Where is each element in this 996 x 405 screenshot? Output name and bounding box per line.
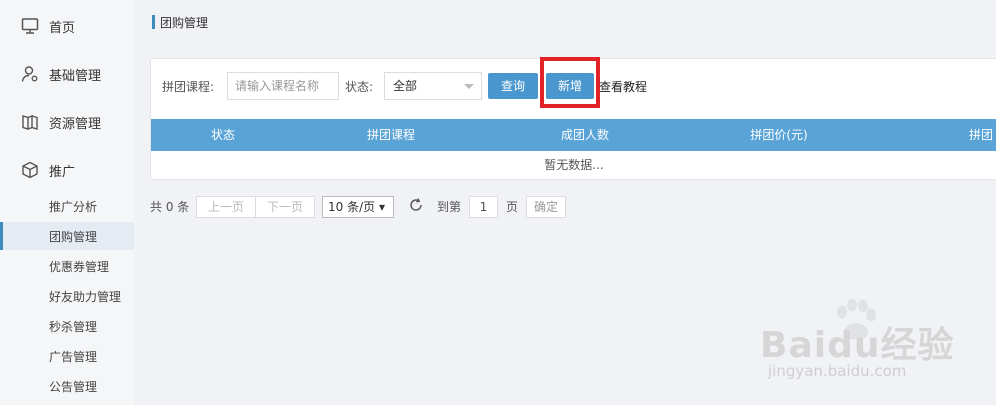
pagination: 共 0 条 上一页 下一页 10 条/页 ▾ 到第 1 页 确定 bbox=[150, 196, 650, 218]
sidebar-subitem-promotion-analysis[interactable]: 推广分析 bbox=[0, 192, 134, 220]
table-header: 状态 拼团课程 成团人数 拼团价(元) 拼团 bbox=[151, 119, 996, 151]
column-header-group-size: 成团人数 bbox=[560, 128, 609, 142]
filter-table-panel: 拼团课程: 请输入课程名称 状态: 全部 查询 新增 查看教程 状态 拼团课程 … bbox=[150, 57, 996, 180]
sidebar-item-promotion[interactable]: 推广 bbox=[0, 155, 134, 185]
sidebar-subitem-label: 公告管理 bbox=[49, 379, 98, 394]
monitor-icon bbox=[20, 16, 40, 36]
watermark-brand: Baidu经验 bbox=[760, 325, 955, 366]
page-title: 团购管理 bbox=[152, 14, 208, 30]
refresh-icon[interactable] bbox=[408, 197, 424, 216]
sidebar-subitem-label: 好友助力管理 bbox=[49, 289, 122, 304]
sidebar-item-home[interactable]: 首页 bbox=[0, 11, 134, 41]
add-button-highlight-box bbox=[540, 57, 600, 108]
sidebar-item-label: 基础管理 bbox=[49, 68, 102, 84]
sidebar-subitem-label: 优惠券管理 bbox=[49, 259, 110, 274]
sidebar-item-label: 推广 bbox=[49, 164, 76, 180]
sidebar-item-basic[interactable]: 基础管理 bbox=[0, 59, 134, 89]
cube-icon bbox=[20, 160, 40, 180]
sidebar-subitem-label: 广告管理 bbox=[49, 349, 98, 364]
sidebar-item-label: 资源管理 bbox=[49, 116, 102, 132]
page-size-select[interactable]: 10 条/页 ▾ bbox=[322, 196, 394, 218]
sidebar-subitem-label: 推广分析 bbox=[49, 199, 98, 214]
page-unit-label: 页 bbox=[506, 200, 519, 214]
chevron-down-icon bbox=[464, 84, 474, 89]
status-filter-label: 状态: bbox=[345, 80, 374, 94]
course-filter-label: 拼团课程: bbox=[162, 80, 215, 94]
query-button[interactable]: 查询 bbox=[488, 73, 538, 99]
table-empty-text: 暂无数据... bbox=[544, 158, 604, 172]
sidebar-subitem-announcement[interactable]: 公告管理 bbox=[0, 372, 134, 400]
sidebar-subitem-label: 团购管理 bbox=[49, 229, 98, 244]
next-page-button[interactable]: 下一页 bbox=[255, 196, 315, 218]
status-select[interactable]: 全部 bbox=[384, 72, 482, 100]
sidebar-subitem-group-buy[interactable]: 团购管理 bbox=[0, 222, 134, 250]
prev-page-button[interactable]: 上一页 bbox=[196, 196, 256, 218]
status-select-value: 全部 bbox=[393, 79, 418, 93]
column-header-group-price: 拼团价(元) bbox=[750, 128, 808, 142]
book-icon bbox=[20, 112, 40, 132]
page-title-text: 团购管理 bbox=[160, 15, 209, 30]
total-count: 共 0 条 bbox=[150, 200, 190, 214]
confirm-page-button[interactable]: 确定 bbox=[526, 196, 566, 218]
sidebar-subitem-ads[interactable]: 广告管理 bbox=[0, 342, 134, 370]
goto-label: 到第 bbox=[437, 200, 462, 214]
sidebar-subitem-friend-assist[interactable]: 好友助力管理 bbox=[0, 282, 134, 310]
sidebar: 首页 基础管理 资源管理 推广 推广分析 团购管理 优惠券管理 好友助力管理 秒… bbox=[0, 0, 134, 405]
page-number-input[interactable]: 1 bbox=[469, 196, 498, 218]
column-header-course: 拼团课程 bbox=[366, 128, 415, 142]
watermark-url: jingyan.baidu.com bbox=[768, 362, 907, 380]
title-accent-bar bbox=[152, 15, 155, 29]
sidebar-subitem-label: 秒杀管理 bbox=[49, 319, 98, 334]
sidebar-item-label: 首页 bbox=[49, 20, 76, 36]
column-header-more: 拼团 bbox=[969, 128, 994, 142]
course-search-input[interactable]: 请输入课程名称 bbox=[227, 72, 339, 100]
sidebar-subitem-flash-sale[interactable]: 秒杀管理 bbox=[0, 312, 134, 340]
column-header-status: 状态 bbox=[210, 128, 235, 142]
sidebar-subitem-coupon[interactable]: 优惠券管理 bbox=[0, 252, 134, 280]
user-gear-icon bbox=[20, 64, 40, 84]
view-tutorial-link[interactable]: 查看教程 bbox=[599, 78, 647, 95]
sidebar-item-resource[interactable]: 资源管理 bbox=[0, 107, 134, 137]
